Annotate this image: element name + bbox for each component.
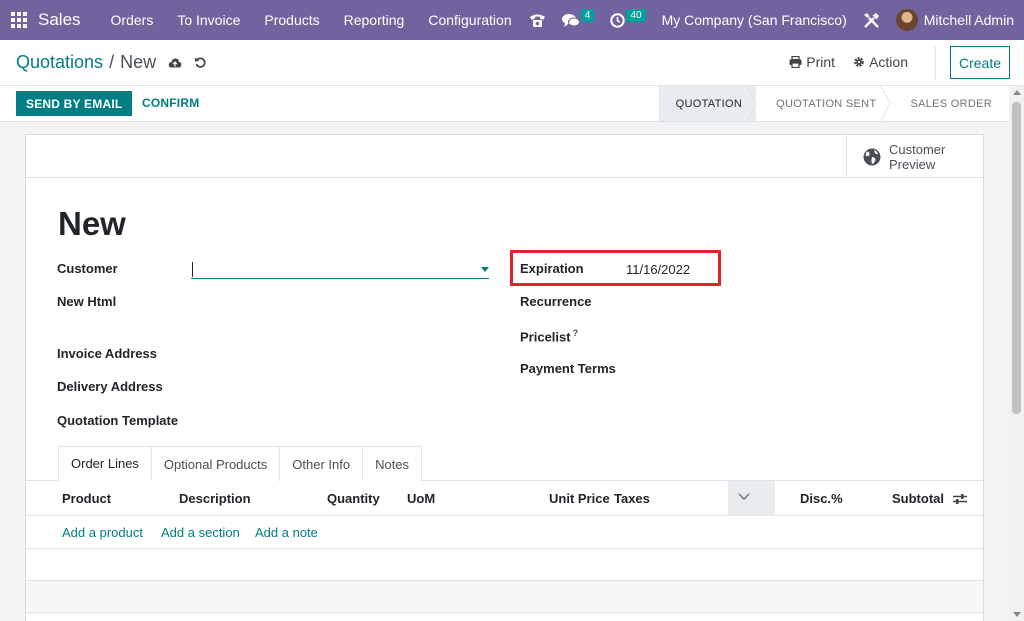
pricelist-label: Pricelist? xyxy=(520,328,578,344)
cloud-save-icon[interactable] xyxy=(168,57,182,69)
delivery-address-label: Delivery Address xyxy=(57,379,163,394)
send-by-email-button[interactable]: SEND BY EMAIL xyxy=(16,91,133,116)
stage-arrow-icon xyxy=(747,86,757,121)
customer-preview-button[interactable]: Customer Preview xyxy=(846,135,983,178)
discard-undo-icon[interactable] xyxy=(194,56,207,69)
col-unit-price[interactable]: Unit Price xyxy=(549,491,610,506)
table-row xyxy=(26,613,983,621)
quotation-template-label: Quotation Template xyxy=(57,413,179,428)
control-panel: Quotations / New Print Action Create xyxy=(0,40,1024,86)
stage-quotation[interactable]: QUOTATION xyxy=(658,86,757,121)
customer-label: Customer xyxy=(57,261,118,276)
globe-icon xyxy=(863,148,881,165)
breadcrumb-separator: / xyxy=(109,52,115,72)
tab-optional-products[interactable]: Optional Products xyxy=(150,446,281,481)
avatar xyxy=(895,9,918,31)
phone-icon[interactable] xyxy=(529,13,546,28)
scroll-down-arrow-icon[interactable] xyxy=(1013,612,1021,617)
stage-sales-order-label: SALES ORDER xyxy=(910,97,992,110)
dropdown-caret-icon[interactable] xyxy=(481,267,489,272)
tab-notes[interactable]: Notes xyxy=(362,446,423,481)
messages-badge: 4 xyxy=(580,8,595,22)
col-description[interactable]: Description xyxy=(179,491,251,506)
recurrence-label: Recurrence xyxy=(520,294,592,309)
control-divider xyxy=(935,46,936,80)
col-quantity[interactable]: Quantity xyxy=(327,491,380,506)
preview-label-line1: Customer xyxy=(889,141,946,157)
tools-icon[interactable] xyxy=(863,12,880,29)
menu-products[interactable]: Products xyxy=(252,0,331,40)
scroll-thumb[interactable] xyxy=(1012,102,1021,414)
menu-configuration[interactable]: Configuration xyxy=(416,0,523,40)
user-name: Mitchell Admin xyxy=(923,12,1014,28)
pricelist-help-icon[interactable]: ? xyxy=(573,328,579,338)
add-product-link[interactable]: Add a product xyxy=(62,525,143,540)
col-discount[interactable]: Disc.% xyxy=(800,491,843,506)
add-note-link[interactable]: Add a note xyxy=(255,525,318,540)
print-label: Print xyxy=(806,54,836,70)
stage-quotation-label: QUOTATION xyxy=(675,97,743,110)
col-subtotal[interactable]: Subtotal xyxy=(892,491,944,506)
pricelist-label-text: Pricelist xyxy=(520,329,571,345)
tab-order-lines[interactable]: Order Lines xyxy=(58,446,152,481)
stage-quotation-sent-label: QUOTATION SENT xyxy=(776,97,877,110)
breadcrumb-current: New xyxy=(120,52,157,72)
activities-badge: 40 xyxy=(626,8,646,22)
record-title: New xyxy=(58,205,126,242)
chevron-down-icon xyxy=(738,493,750,501)
new-html-label: New Html xyxy=(57,294,117,309)
menu-reporting[interactable]: Reporting xyxy=(332,0,417,40)
invoice-address-label: Invoice Address xyxy=(57,346,157,361)
top-navbar: Sales Orders To Invoice Products Reporti… xyxy=(0,0,1024,40)
col-product[interactable]: Product xyxy=(62,491,111,506)
main-menu: Orders To Invoice Products Reporting Con… xyxy=(99,0,524,40)
order-lines-header: Product Description Quantity UoM Unit Pr… xyxy=(26,481,983,516)
expiration-date-field[interactable]: 11/16/2022 xyxy=(626,262,690,277)
breadcrumb: Quotations / New xyxy=(16,52,207,73)
action-button[interactable]: Action xyxy=(853,54,908,70)
stage-sales-order[interactable]: SALES ORDER xyxy=(890,86,1006,121)
print-icon xyxy=(789,56,802,68)
menu-orders[interactable]: Orders xyxy=(99,0,166,40)
col-taxes[interactable]: Taxes xyxy=(614,491,650,506)
stage-quotation-sent[interactable]: QUOTATION SENT xyxy=(756,86,892,121)
vertical-scrollbar[interactable] xyxy=(1009,86,1024,621)
create-button[interactable]: Create xyxy=(950,46,1010,79)
form-statusbar: SEND BY EMAIL CONFIRM QUOTATION QUOTATIO… xyxy=(0,86,1024,122)
payment-terms-label: Payment Terms xyxy=(520,361,616,376)
apps-menu-icon[interactable] xyxy=(0,0,38,40)
add-section-link[interactable]: Add a section xyxy=(161,525,240,540)
text-cursor xyxy=(192,262,193,277)
form-sheet: Customer Preview New Customer New Html I… xyxy=(25,134,984,621)
messages-icon[interactable]: 4 xyxy=(561,8,595,28)
activities-clock-icon[interactable]: 40 xyxy=(610,8,646,28)
breadcrumb-quotations[interactable]: Quotations xyxy=(16,52,103,73)
gear-icon xyxy=(854,57,864,67)
notebook-tabs: Order Lines Optional Products Other Info… xyxy=(58,446,423,481)
confirm-button[interactable]: CONFIRM xyxy=(142,96,199,110)
company-switcher[interactable]: My Company (San Francisco) xyxy=(662,12,847,28)
expiration-label: Expiration xyxy=(520,261,584,276)
preview-label-line2: Preview xyxy=(889,156,936,172)
scroll-up-arrow-icon[interactable] xyxy=(1013,90,1021,95)
stage-pipeline: QUOTATION QUOTATION SENT SALES ORDER xyxy=(658,86,1006,121)
tab-other-info[interactable]: Other Info xyxy=(279,446,364,481)
add-line-row: Add a product Add a section Add a note xyxy=(26,516,983,549)
action-label: Action xyxy=(869,54,908,70)
customer-input[interactable] xyxy=(191,261,489,279)
button-box: Customer Preview xyxy=(26,135,983,178)
stage-arrow-icon xyxy=(881,86,892,121)
col-uom[interactable]: UoM xyxy=(407,491,435,506)
table-row xyxy=(26,549,983,581)
table-row xyxy=(26,581,983,613)
menu-to-invoice[interactable]: To Invoice xyxy=(165,0,252,40)
optional-columns-toggle[interactable] xyxy=(728,481,775,516)
app-name[interactable]: Sales xyxy=(38,10,81,30)
print-button[interactable]: Print xyxy=(789,54,835,70)
user-menu[interactable]: Mitchell Admin xyxy=(895,9,1014,31)
column-settings-icon[interactable] xyxy=(953,493,967,505)
